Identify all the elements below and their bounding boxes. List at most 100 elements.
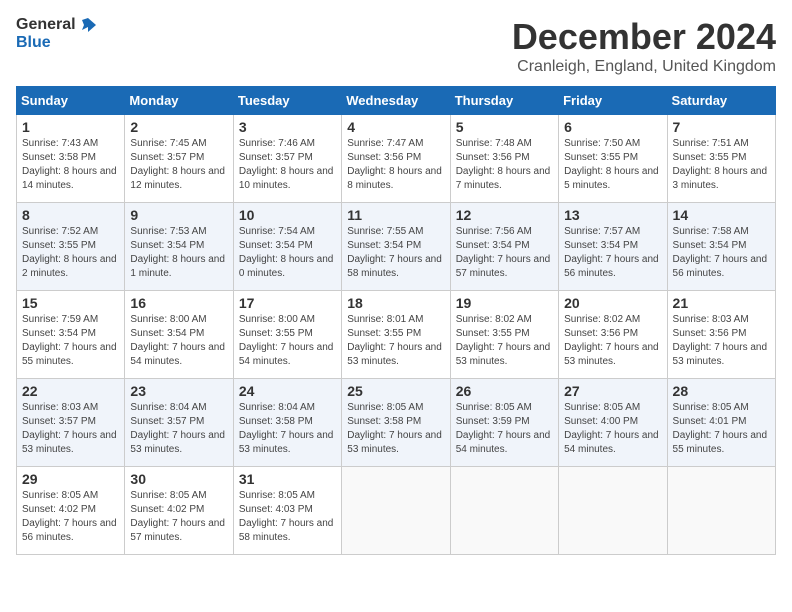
table-row: 17 Sunrise: 8:00 AMSunset: 3:55 PMDayligh… <box>233 291 341 379</box>
day-number: 5 <box>456 119 553 135</box>
day-info: Sunrise: 7:53 AMSunset: 3:54 PMDaylight:… <box>130 225 227 281</box>
day-number: 10 <box>239 207 336 223</box>
day-info: Sunrise: 7:51 AMSunset: 3:55 PMDaylight:… <box>673 137 770 193</box>
calendar-title: December 2024 <box>512 16 776 58</box>
table-row <box>667 467 775 555</box>
day-number: 27 <box>564 383 661 399</box>
day-info: Sunrise: 8:05 AMSunset: 4:01 PMDaylight:… <box>673 401 770 457</box>
day-number: 13 <box>564 207 661 223</box>
day-number: 17 <box>239 295 336 311</box>
day-number: 8 <box>22 207 119 223</box>
day-info: Sunrise: 7:56 AMSunset: 3:54 PMDaylight:… <box>456 225 553 281</box>
day-info: Sunrise: 7:55 AMSunset: 3:54 PMDaylight:… <box>347 225 444 281</box>
day-number: 29 <box>22 471 119 487</box>
table-row: 7 Sunrise: 7:51 AMSunset: 3:55 PMDaylight… <box>667 115 775 203</box>
table-row <box>342 467 450 555</box>
day-info: Sunrise: 8:05 AMSunset: 4:00 PMDaylight:… <box>564 401 661 457</box>
day-number: 15 <box>22 295 119 311</box>
day-info: Sunrise: 7:59 AMSunset: 3:54 PMDaylight:… <box>22 313 119 369</box>
day-number: 11 <box>347 207 444 223</box>
table-row <box>559 467 667 555</box>
calendar-table: Sunday Monday Tuesday Wednesday Thursday… <box>16 86 776 555</box>
day-number: 22 <box>22 383 119 399</box>
calendar-week-4: 22 Sunrise: 8:03 AMSunset: 3:57 PMDayligh… <box>17 379 776 467</box>
day-number: 26 <box>456 383 553 399</box>
day-info: Sunrise: 8:03 AMSunset: 3:56 PMDaylight:… <box>673 313 770 369</box>
day-number: 3 <box>239 119 336 135</box>
day-info: Sunrise: 7:57 AMSunset: 3:54 PMDaylight:… <box>564 225 661 281</box>
day-info: Sunrise: 8:05 AMSunset: 4:03 PMDaylight:… <box>239 489 336 545</box>
table-row: 22 Sunrise: 8:03 AMSunset: 3:57 PMDayligh… <box>17 379 125 467</box>
logo: General Blue <box>16 16 96 52</box>
day-number: 12 <box>456 207 553 223</box>
day-info: Sunrise: 8:00 AMSunset: 3:54 PMDaylight:… <box>130 313 227 369</box>
day-number: 20 <box>564 295 661 311</box>
table-row: 16 Sunrise: 8:00 AMSunset: 3:54 PMDayligh… <box>125 291 233 379</box>
col-saturday: Saturday <box>667 87 775 115</box>
table-row: 19Sunrise: 8:02 AMSunset: 3:55 PMDayligh… <box>450 291 558 379</box>
day-number: 14 <box>673 207 770 223</box>
table-row: 13 Sunrise: 7:57 AMSunset: 3:54 PMDayligh… <box>559 203 667 291</box>
day-number: 31 <box>239 471 336 487</box>
day-info: Sunrise: 7:46 AMSunset: 3:57 PMDaylight:… <box>239 137 336 193</box>
day-number: 30 <box>130 471 227 487</box>
table-row: 11 Sunrise: 7:55 AMSunset: 3:54 PMDayligh… <box>342 203 450 291</box>
day-number: 21 <box>673 295 770 311</box>
day-info: Sunrise: 7:45 AMSunset: 3:57 PMDaylight:… <box>130 137 227 193</box>
day-info: Sunrise: 8:00 AMSunset: 3:55 PMDaylight:… <box>239 313 336 369</box>
day-info: Sunrise: 7:48 AMSunset: 3:56 PMDaylight:… <box>456 137 553 193</box>
day-info: Sunrise: 7:52 AMSunset: 3:55 PMDaylight:… <box>22 225 119 281</box>
table-row: 9Sunrise: 7:53 AMSunset: 3:54 PMDaylight… <box>125 203 233 291</box>
logo-bird-icon <box>78 16 96 34</box>
table-row: 27 Sunrise: 8:05 AMSunset: 4:00 PMDayligh… <box>559 379 667 467</box>
table-row: 24Sunrise: 8:04 AMSunset: 3:58 PMDayligh… <box>233 379 341 467</box>
day-info: Sunrise: 7:47 AMSunset: 3:56 PMDaylight:… <box>347 137 444 193</box>
table-row: 15 Sunrise: 7:59 AMSunset: 3:54 PMDayligh… <box>17 291 125 379</box>
calendar-subtitle: Cranleigh, England, United Kingdom <box>512 58 776 76</box>
day-info: Sunrise: 8:02 AMSunset: 3:55 PMDaylight:… <box>456 313 553 369</box>
title-area: December 2024 Cranleigh, England, United… <box>512 16 776 76</box>
table-row: 10 Sunrise: 7:54 AMSunset: 3:54 PMDayligh… <box>233 203 341 291</box>
day-number: 18 <box>347 295 444 311</box>
day-number: 24 <box>239 383 336 399</box>
table-row: 5 Sunrise: 7:48 AMSunset: 3:56 PMDaylight… <box>450 115 558 203</box>
table-row: 6Sunrise: 7:50 AMSunset: 3:55 PMDaylight… <box>559 115 667 203</box>
table-row: 2 Sunrise: 7:45 AMSunset: 3:57 PMDaylight… <box>125 115 233 203</box>
calendar-week-3: 15 Sunrise: 7:59 AMSunset: 3:54 PMDayligh… <box>17 291 776 379</box>
table-row: 21 Sunrise: 8:03 AMSunset: 3:56 PMDayligh… <box>667 291 775 379</box>
col-wednesday: Wednesday <box>342 87 450 115</box>
table-row: 23Sunrise: 8:04 AMSunset: 3:57 PMDayligh… <box>125 379 233 467</box>
col-monday: Monday <box>125 87 233 115</box>
table-row: 3 Sunrise: 7:46 AMSunset: 3:57 PMDaylight… <box>233 115 341 203</box>
table-row: 25Sunrise: 8:05 AMSunset: 3:58 PMDayligh… <box>342 379 450 467</box>
logo-general: General <box>16 16 76 34</box>
col-sunday: Sunday <box>17 87 125 115</box>
day-number: 2 <box>130 119 227 135</box>
page-header: General Blue December 2024 Cranleigh, En… <box>16 16 776 76</box>
table-row: 1Sunrise: 7:43 AMSunset: 3:58 PMDaylight… <box>17 115 125 203</box>
table-row <box>450 467 558 555</box>
day-number: 7 <box>673 119 770 135</box>
day-info: Sunrise: 8:02 AMSunset: 3:56 PMDaylight:… <box>564 313 661 369</box>
day-info: Sunrise: 7:54 AMSunset: 3:54 PMDaylight:… <box>239 225 336 281</box>
table-row: 4Sunrise: 7:47 AMSunset: 3:56 PMDaylight… <box>342 115 450 203</box>
day-info: Sunrise: 8:05 AMSunset: 3:59 PMDaylight:… <box>456 401 553 457</box>
col-tuesday: Tuesday <box>233 87 341 115</box>
table-row: 26 Sunrise: 8:05 AMSunset: 3:59 PMDayligh… <box>450 379 558 467</box>
day-info: Sunrise: 8:05 AMSunset: 3:58 PMDaylight:… <box>347 401 444 457</box>
header-row: Sunday Monday Tuesday Wednesday Thursday… <box>17 87 776 115</box>
table-row: 12 Sunrise: 7:56 AMSunset: 3:54 PMDayligh… <box>450 203 558 291</box>
table-row: 14Sunrise: 7:58 AMSunset: 3:54 PMDayligh… <box>667 203 775 291</box>
day-info: Sunrise: 8:03 AMSunset: 3:57 PMDaylight:… <box>22 401 119 457</box>
table-row: 20 Sunrise: 8:02 AMSunset: 3:56 PMDayligh… <box>559 291 667 379</box>
calendar-week-5: 29 Sunrise: 8:05 AMSunset: 4:02 PMDayligh… <box>17 467 776 555</box>
logo-blue: Blue <box>16 34 51 51</box>
table-row: 28 Sunrise: 8:05 AMSunset: 4:01 PMDayligh… <box>667 379 775 467</box>
day-number: 16 <box>130 295 227 311</box>
table-row: 30Sunrise: 8:05 AMSunset: 4:02 PMDayligh… <box>125 467 233 555</box>
table-row: 29 Sunrise: 8:05 AMSunset: 4:02 PMDayligh… <box>17 467 125 555</box>
day-number: 28 <box>673 383 770 399</box>
day-info: Sunrise: 8:05 AMSunset: 4:02 PMDaylight:… <box>22 489 119 545</box>
day-info: Sunrise: 7:50 AMSunset: 3:55 PMDaylight:… <box>564 137 661 193</box>
day-info: Sunrise: 8:04 AMSunset: 3:57 PMDaylight:… <box>130 401 227 457</box>
